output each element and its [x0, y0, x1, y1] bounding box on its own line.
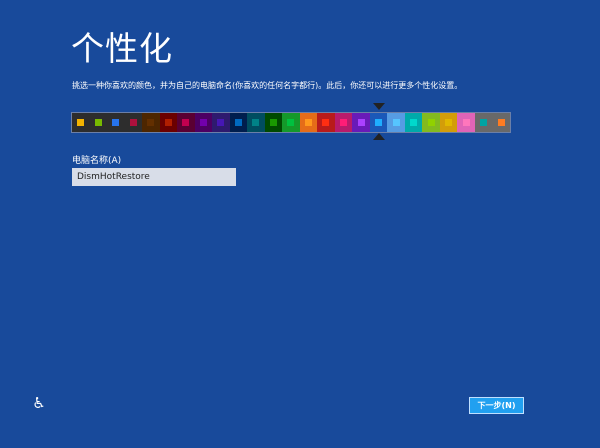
color-swatch[interactable] [72, 113, 90, 132]
color-swatch[interactable] [492, 113, 510, 132]
color-swatch-chip [269, 119, 277, 126]
color-swatch[interactable] [387, 113, 405, 132]
color-swatch[interactable] [474, 113, 493, 132]
color-swatch-chip [392, 119, 400, 126]
color-swatch-chip [462, 119, 470, 126]
color-swatch[interactable] [282, 113, 300, 132]
color-swatch[interactable] [334, 113, 353, 132]
color-swatch[interactable] [229, 113, 248, 132]
color-swatch[interactable] [107, 113, 125, 132]
color-swatch[interactable] [212, 113, 230, 132]
color-swatch[interactable] [177, 113, 195, 132]
color-swatch[interactable] [352, 113, 370, 132]
color-swatch[interactable] [264, 113, 283, 132]
color-swatch[interactable] [89, 113, 108, 132]
color-swatch-chip [199, 119, 207, 126]
color-swatch-chip [287, 119, 295, 126]
color-swatch[interactable] [124, 113, 143, 132]
color-swatch-chip [322, 119, 330, 126]
ease-of-access-icon[interactable]: ♿ [30, 394, 48, 412]
color-swatch-chip [339, 119, 347, 126]
color-swatch[interactable] [317, 113, 335, 132]
color-swatch-chip [112, 119, 120, 126]
selected-color-indicator-bottom[interactable] [372, 133, 385, 140]
color-swatch-chip [234, 119, 242, 126]
color-swatch-chip [164, 119, 172, 126]
color-swatch[interactable] [194, 113, 213, 132]
color-swatch[interactable] [142, 113, 160, 132]
color-swatch-chip [252, 119, 260, 126]
color-swatch[interactable] [247, 113, 265, 132]
color-swatch-chip [304, 119, 312, 126]
color-swatch[interactable] [439, 113, 458, 132]
color-swatch-chip [497, 119, 505, 126]
page-title: 个性化 [71, 29, 173, 68]
color-swatch[interactable] [457, 113, 475, 132]
color-swatch-chip [445, 119, 453, 126]
color-swatch[interactable] [299, 113, 318, 132]
color-swatch-chip [357, 119, 365, 126]
color-swatch[interactable] [404, 113, 423, 132]
color-swatch-chip [129, 119, 137, 126]
color-picker[interactable] [71, 112, 511, 133]
color-swatch[interactable] [369, 113, 388, 132]
color-swatch-chip [77, 119, 85, 126]
selected-color-indicator-top[interactable] [372, 103, 385, 110]
color-swatch[interactable] [159, 113, 178, 132]
color-swatch-chip [94, 119, 102, 126]
color-swatch-chip [480, 119, 488, 126]
color-swatch-chip [147, 119, 155, 126]
color-swatch-chip [410, 119, 418, 126]
color-swatch-chip [182, 119, 190, 126]
next-button[interactable]: 下一步(N) [469, 397, 524, 414]
color-swatch-chip [375, 119, 383, 126]
pc-name-input[interactable] [72, 168, 236, 186]
pc-name-label: 电脑名称(A) [72, 156, 122, 166]
color-swatch[interactable] [422, 113, 440, 132]
color-swatch-chip [217, 119, 225, 126]
instructions: 挑选一种你喜欢的颜色，并为自己的电脑命名(你喜欢的任何名字都行)。此后，你还可以… [72, 81, 463, 90]
color-swatch-chip [427, 119, 435, 126]
